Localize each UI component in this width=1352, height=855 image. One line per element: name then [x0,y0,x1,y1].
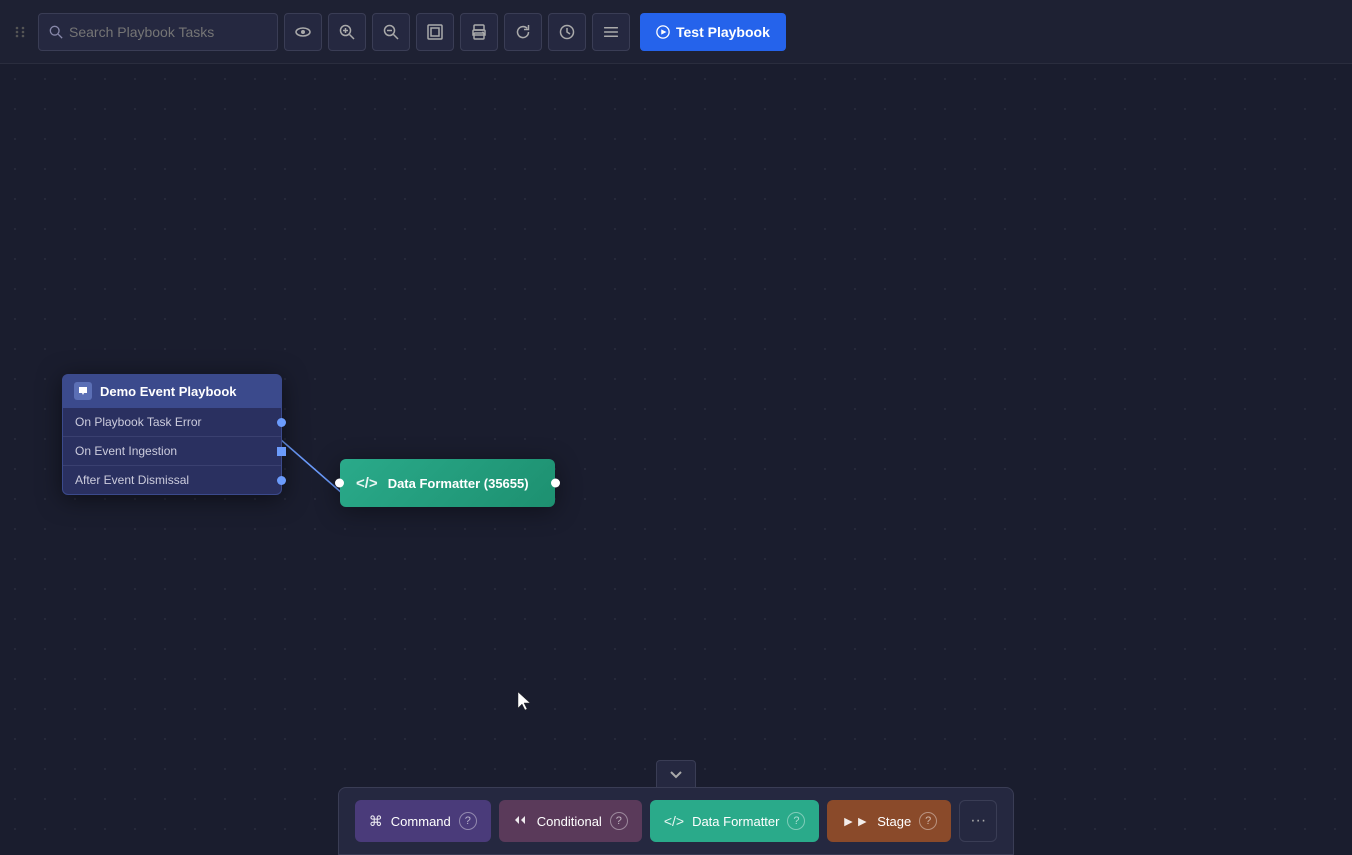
stage-type-button[interactable]: ►► Stage ? [827,800,951,842]
menu-button[interactable] [592,13,630,51]
data-formatter-help-icon[interactable]: ? [787,812,805,830]
data-formatter-type-button[interactable]: </> Data Formatter ? [650,800,820,842]
formatter-connector-right [551,479,560,488]
zoom-out-button[interactable] [372,13,410,51]
event-row-connector-0 [277,418,286,427]
demo-event-header-icon [74,382,92,400]
demo-event-header: Demo Event Playbook [62,374,282,408]
test-playbook-button[interactable]: Test Playbook [640,13,786,51]
event-row-label-0: On Playbook Task Error [75,415,202,429]
canvas: Demo Event Playbook On Playbook Task Err… [0,64,1352,855]
stage-help-icon[interactable]: ? [919,812,937,830]
event-row-0[interactable]: On Playbook Task Error [63,408,281,437]
more-options-button[interactable]: ··· [959,800,997,842]
refresh-icon [515,24,531,40]
stage-label: Stage [877,814,911,829]
test-playbook-label: Test Playbook [676,24,770,40]
node-data-formatter[interactable]: </> Data Formatter (35655) [340,459,555,507]
conditional-type-button[interactable]: Conditional ? [499,800,642,842]
eye-icon [295,24,311,40]
event-row-connector-2 [277,476,286,485]
formatter-code-icon: </> [356,475,378,492]
command-help-icon[interactable]: ? [459,812,477,830]
chevron-down-icon [669,769,683,779]
bottom-panel: ⌘ Command ? Conditional ? </> Data Forma… [0,760,1352,855]
zoom-in-button[interactable] [328,13,366,51]
search-container [38,13,278,51]
demo-event-body: On Playbook Task Error On Event Ingestio… [62,408,282,495]
fit-screen-button[interactable] [416,13,454,51]
formatter-connector-left [335,479,344,488]
event-row-connector-1 [277,447,286,456]
fit-screen-icon [427,24,443,40]
event-row-2[interactable]: After Event Dismissal [63,466,281,494]
data-formatter-icon: </> [664,813,684,829]
command-icon: ⌘ [369,813,383,830]
eye-button[interactable] [284,13,322,51]
print-icon [471,24,487,40]
zoom-in-icon [339,24,355,40]
conditional-icon [513,812,529,831]
print-button[interactable] [460,13,498,51]
more-label: ··· [970,812,986,830]
toolbar: Test Playbook [0,0,1352,64]
history-button[interactable] [548,13,586,51]
demo-event-title: Demo Event Playbook [100,384,237,399]
zoom-out-icon [383,24,399,40]
formatter-label: Data Formatter (35655) [388,476,529,491]
mouse-cursor [518,692,530,710]
node-demo-event[interactable]: Demo Event Playbook On Playbook Task Err… [62,374,282,495]
clock-icon [559,24,575,40]
task-type-toolbar: ⌘ Command ? Conditional ? </> Data Forma… [338,787,1014,855]
play-icon [656,25,670,39]
event-row-1[interactable]: On Event Ingestion [63,437,281,466]
command-label: Command [391,814,451,829]
drag-handle[interactable] [12,24,28,40]
search-icon [49,25,63,39]
command-type-button[interactable]: ⌘ Command ? [355,800,491,842]
event-row-label-2: After Event Dismissal [75,473,189,487]
conditional-help-icon[interactable]: ? [610,812,628,830]
search-input[interactable] [69,24,267,40]
panel-collapse-button[interactable] [656,760,696,788]
menu-icon [603,24,619,40]
stage-icon: ►► [841,813,869,829]
data-formatter-label: Data Formatter [692,814,779,829]
refresh-button[interactable] [504,13,542,51]
event-row-label-1: On Event Ingestion [75,444,177,458]
conditional-label: Conditional [537,814,602,829]
